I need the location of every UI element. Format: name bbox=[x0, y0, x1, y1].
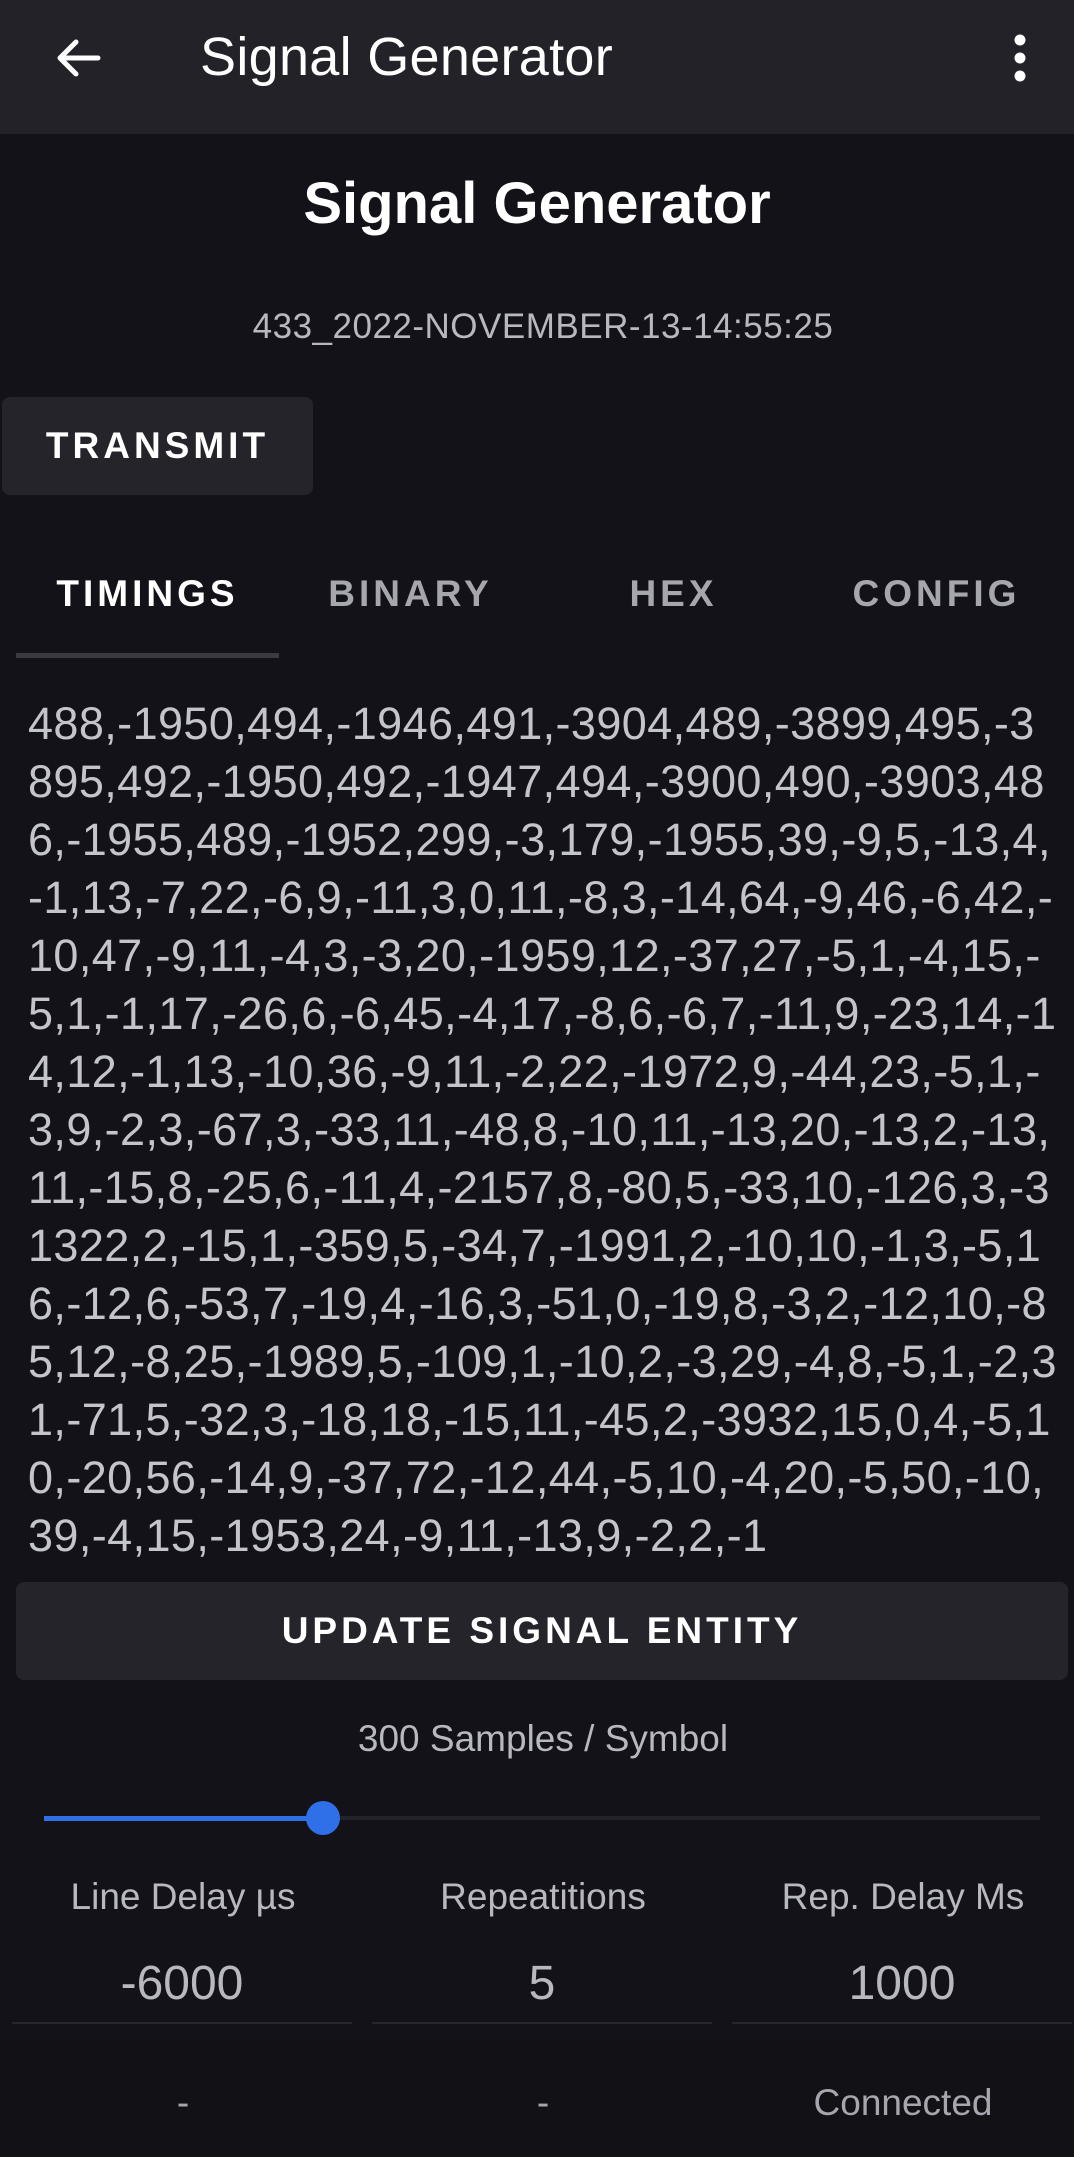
timings-input[interactable]: 488,-1950,494,-1946,491,-3904,489,-3899,… bbox=[28, 695, 1058, 1557]
tab-bar: TIMINGS BINARY HEX CONFIG bbox=[0, 548, 1074, 660]
samples-per-symbol-label: 300 Samples / Symbol bbox=[357, 1718, 729, 1759]
repetitions-underline bbox=[372, 2022, 712, 2024]
transmit-button[interactable]: TRANSMIT bbox=[2, 397, 313, 495]
tab-config[interactable]: CONFIG bbox=[805, 548, 1068, 660]
connection-status: Connected bbox=[813, 2082, 993, 2123]
line-delay-label: Line Delay µs bbox=[70, 1876, 296, 1917]
arrow-left-icon[interactable] bbox=[48, 28, 108, 88]
app-bar-title: Signal Generator bbox=[200, 27, 614, 87]
rep-delay-input[interactable]: 1000 bbox=[732, 1956, 1072, 2011]
rep-delay-underline bbox=[732, 2022, 1072, 2024]
app-bar: Signal Generator bbox=[0, 0, 1074, 134]
update-signal-entity-button[interactable]: UPDATE SIGNAL ENTITY bbox=[16, 1582, 1068, 1680]
line-delay-input[interactable]: -6000 bbox=[12, 1956, 352, 2011]
tab-binary[interactable]: BINARY bbox=[279, 548, 542, 660]
slider-thumb[interactable] bbox=[306, 1801, 340, 1835]
signal-name: 433_2022-NOVEMBER-13-14:55:25 bbox=[252, 307, 834, 346]
more-vertical-icon[interactable] bbox=[1000, 30, 1040, 86]
line-delay-underline bbox=[12, 2022, 352, 2024]
rep-delay-label: Rep. Delay Ms bbox=[781, 1876, 1025, 1917]
slider-fill bbox=[44, 1816, 323, 1821]
repetitions-label: Repeatitions bbox=[440, 1876, 646, 1917]
samples-slider[interactable] bbox=[44, 1796, 1040, 1840]
status-middle: - bbox=[536, 2082, 550, 2123]
active-tab-indicator bbox=[16, 653, 279, 658]
repetitions-input[interactable]: 5 bbox=[372, 1956, 712, 2011]
status-left: - bbox=[176, 2082, 190, 2123]
page-title: Signal Generator bbox=[303, 171, 771, 236]
tab-timings[interactable]: TIMINGS bbox=[16, 548, 279, 660]
tab-hex[interactable]: HEX bbox=[542, 548, 805, 660]
